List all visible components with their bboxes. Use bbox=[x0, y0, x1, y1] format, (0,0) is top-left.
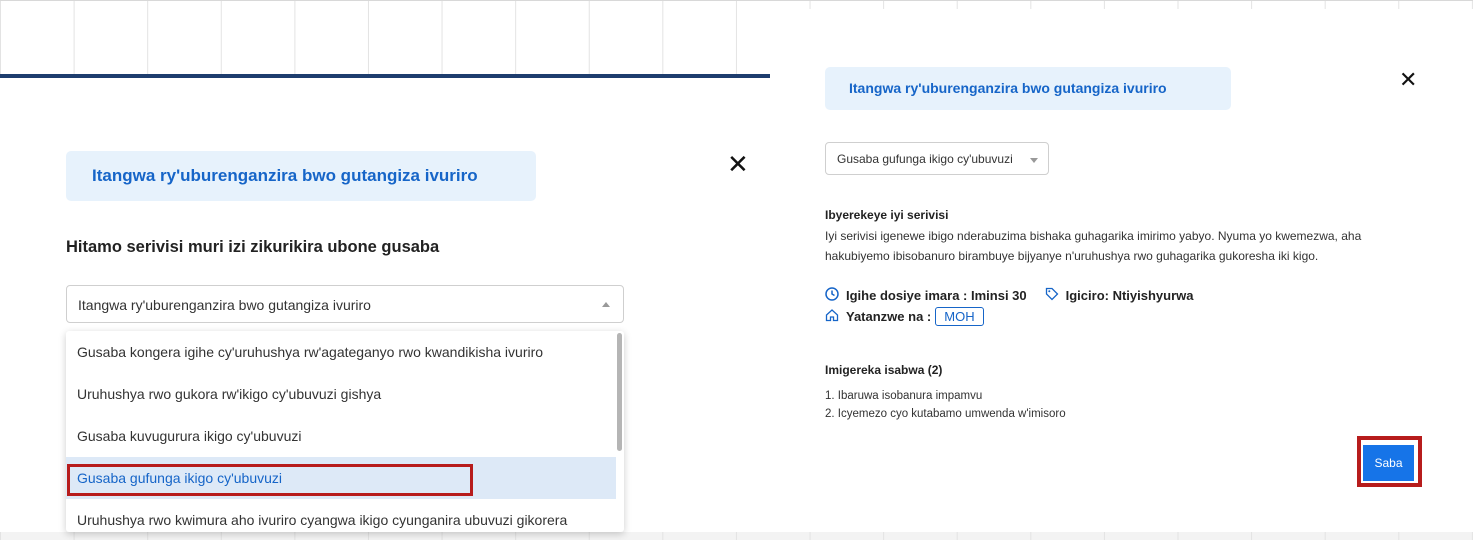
issuer-badge: MOH bbox=[935, 307, 984, 326]
tag-icon bbox=[1045, 287, 1059, 304]
service-select[interactable]: Itangwa ry'uburenganzira bwo gutangiza i… bbox=[66, 285, 624, 323]
home-icon bbox=[825, 308, 839, 325]
background-bottom-strip bbox=[0, 532, 1473, 540]
duration-text: Igihe dosiye imara : Iminsi 30 bbox=[846, 288, 1027, 303]
requirements-title: Imigereka isabwa (2) bbox=[825, 363, 943, 377]
requirement-item: 1. Ibaruwa isobanura impamvu bbox=[825, 390, 983, 402]
service-heading: Hitamo serivisi muri izi zikurikira ubon… bbox=[66, 238, 440, 256]
dropdown-option[interactable]: Gusaba kuvugurura ikigo cy'ubuvuzi bbox=[66, 415, 616, 457]
description-title: Ibyerekeye iyi serivisi bbox=[825, 208, 949, 222]
service-select-value: Itangwa ry'uburenganzira bwo gutangiza i… bbox=[78, 297, 371, 313]
price-text: Igiciro: Ntiyishyurwa bbox=[1065, 288, 1194, 303]
meta-row-duration-price: Igihe dosiye imara : Iminsi 30 Igiciro: … bbox=[825, 287, 1194, 304]
dropdown-option[interactable]: Gusaba kongera igihe cy'uruhushya rw'aga… bbox=[66, 331, 616, 373]
meta-row-issuer: Yatanzwe na : MOH bbox=[825, 307, 984, 326]
description-text: Iyi serivisi igenewe ibigo nderabuzima b… bbox=[825, 229, 1362, 263]
clock-icon bbox=[825, 287, 839, 304]
issued-by-label: Yatanzwe na : bbox=[846, 309, 932, 324]
background-divider bbox=[0, 0, 1473, 1]
service-picker-modal: Itangwa ry'uburenganzira bwo gutangiza i… bbox=[0, 78, 770, 532]
close-icon[interactable]: ✕ bbox=[1399, 70, 1417, 92]
selection-highlight bbox=[67, 464, 473, 496]
dropdown-option[interactable]: Uruhushya rwo gukora rw'ikigo cy'ubuvuzi… bbox=[66, 373, 616, 415]
caret-up-icon bbox=[602, 302, 610, 307]
requirement-item: 2. Icyemezo cyo kutabamo umwenda w'imiso… bbox=[825, 408, 1066, 420]
screen: Itangwa ry'uburenganzira bwo gutangiza i… bbox=[0, 0, 1473, 540]
service-select-value: Gusaba gufunga ikigo cy'ubuvuzi bbox=[837, 152, 1013, 166]
chevron-down-icon bbox=[1030, 158, 1038, 163]
modal-title: Itangwa ry'uburenganzira bwo gutangiza i… bbox=[66, 151, 536, 201]
dropdown-scrollbar[interactable] bbox=[617, 333, 622, 451]
button-highlight bbox=[1357, 436, 1422, 487]
service-detail-modal: Itangwa ry'uburenganzira bwo gutangiza i… bbox=[770, 9, 1473, 532]
close-icon[interactable]: ✕ bbox=[727, 152, 749, 178]
dropdown-option[interactable]: Uruhushya rwo kwimura aho ivuriro cyangw… bbox=[66, 499, 616, 532]
service-dropdown: Gusaba kongera igihe cy'uruhushya rw'aga… bbox=[66, 331, 624, 532]
service-select[interactable]: Gusaba gufunga ikigo cy'ubuvuzi bbox=[825, 142, 1049, 175]
modal-title: Itangwa ry'uburenganzira bwo gutangiza i… bbox=[825, 67, 1231, 110]
